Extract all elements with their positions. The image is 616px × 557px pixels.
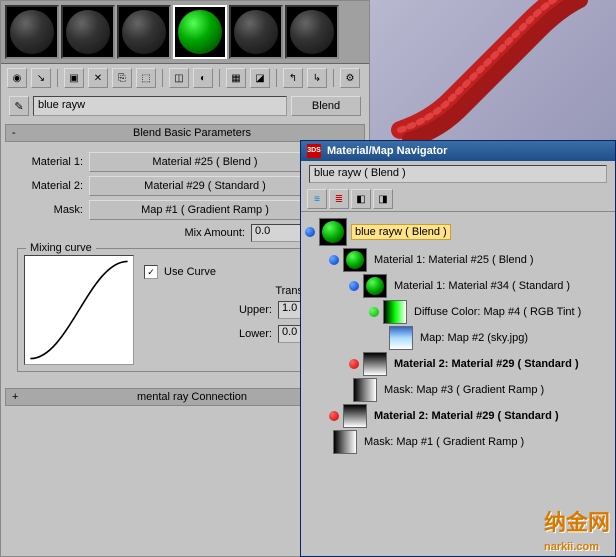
- go-parent-button[interactable]: ↰: [283, 68, 303, 88]
- navigator-titlebar[interactable]: 3DS Material/Map Navigator: [301, 141, 615, 161]
- material1-slot-button[interactable]: Material #25 ( Blend ): [89, 152, 321, 172]
- material-slot-2[interactable]: [61, 5, 115, 59]
- viewport-3d[interactable]: [370, 0, 616, 140]
- material1-label: Material 1:: [11, 156, 83, 168]
- options-button[interactable]: ⚙: [340, 68, 360, 88]
- map-thumb: [353, 378, 377, 402]
- material-dot-icon: [305, 227, 315, 237]
- tree-node-mat1[interactable]: Material 1: Material #25 ( Blend ): [305, 248, 611, 272]
- tree-node-label: Material 1: Material #25 ( Blend ): [371, 253, 537, 267]
- material-slots-row: [1, 1, 369, 64]
- navigator-tree: blue rayw ( Blend ) Material 1: Material…: [301, 212, 615, 462]
- tree-node-mask1[interactable]: Mask: Map #1 ( Gradient Ramp ): [305, 430, 611, 454]
- show-map-button[interactable]: ▦: [226, 68, 246, 88]
- tree-node-label: Map: Map #2 (sky.jpg): [417, 331, 531, 345]
- navigator-name-field[interactable]: blue rayw ( Blend ): [309, 165, 607, 183]
- use-curve-checkbox[interactable]: ✓: [144, 265, 158, 279]
- mix-amount-label: Mix Amount:: [184, 227, 245, 239]
- watermark-cn: 纳金网: [544, 510, 610, 535]
- material-map-navigator-window: 3DS Material/Map Navigator blue rayw ( B…: [300, 140, 616, 557]
- tree-node-mat2a[interactable]: Material 2: Material #29 ( Standard ): [305, 352, 611, 376]
- assign-button[interactable]: ▣: [64, 68, 84, 88]
- map-thumb: [333, 430, 357, 454]
- tree-node-label: Mask: Map #3 ( Gradient Ramp ): [381, 383, 547, 397]
- watermark: 纳金网 narkii.com: [544, 505, 610, 553]
- material-name-row: ✎ blue rayw Blend: [1, 92, 369, 120]
- mask-label: Mask:: [11, 204, 83, 216]
- material2-slot-button[interactable]: Material #29 ( Standard ): [89, 176, 321, 196]
- pick-material-icon[interactable]: ✎: [9, 96, 29, 116]
- get-material-button[interactable]: ◉: [7, 68, 27, 88]
- helix-geometry: [390, 0, 616, 140]
- rollout-plus-icon: +: [12, 391, 26, 403]
- map-thumb: [389, 326, 413, 350]
- tree-node-label: Material 2: Material #29 ( Standard ): [371, 409, 562, 423]
- mask-slot-button[interactable]: Map #1 ( Gradient Ramp ): [89, 200, 321, 220]
- material-dot-icon: [349, 281, 359, 291]
- material-type-button[interactable]: Blend: [291, 96, 361, 116]
- view-list-button[interactable]: ≡: [307, 189, 327, 209]
- rollout-title: Blend Basic Parameters: [26, 127, 358, 139]
- effects-button[interactable]: ◐: [193, 68, 213, 88]
- material-thumb: [363, 352, 387, 376]
- put-library-button[interactable]: ◫: [169, 68, 189, 88]
- mixing-curve-graph: [24, 255, 134, 365]
- material-dot-icon: [329, 411, 339, 421]
- navigator-name-row: blue rayw ( Blend ): [301, 161, 615, 187]
- map-thumb: [383, 300, 407, 324]
- view-large-icons-button[interactable]: ◨: [373, 189, 393, 209]
- separator: [57, 69, 58, 87]
- map-dot-icon: [369, 307, 379, 317]
- tree-root-node[interactable]: blue rayw ( Blend ): [305, 218, 611, 246]
- put-to-scene-button[interactable]: ↘: [31, 68, 51, 88]
- material-slot-4-selected[interactable]: [173, 5, 227, 59]
- lower-label: Lower:: [239, 328, 272, 340]
- tree-node-label: Material 2: Material #29 ( Standard ): [391, 357, 582, 371]
- navigator-app-icon: 3DS: [307, 144, 321, 158]
- material-slot-6[interactable]: [285, 5, 339, 59]
- view-list-icons-button[interactable]: ≣: [329, 189, 349, 209]
- tree-node-mask3[interactable]: Mask: Map #3 ( Gradient Ramp ): [305, 378, 611, 402]
- watermark-en: narkii.com: [544, 541, 599, 553]
- separator: [162, 69, 163, 87]
- tree-node-label: blue rayw ( Blend ): [351, 224, 451, 240]
- tree-node-diffuse[interactable]: Diffuse Color: Map #4 ( RGB Tint ): [305, 300, 611, 324]
- copy-button[interactable]: ⎘: [112, 68, 132, 88]
- material-name-field[interactable]: blue rayw: [33, 96, 287, 116]
- separator: [219, 69, 220, 87]
- make-unique-button[interactable]: ⬚: [136, 68, 156, 88]
- mixing-curve-legend: Mixing curve: [26, 242, 96, 254]
- material-slot-3[interactable]: [117, 5, 171, 59]
- separator: [276, 69, 277, 87]
- tree-node-label: Mask: Map #1 ( Gradient Ramp ): [361, 435, 527, 449]
- material-slot-1[interactable]: [5, 5, 59, 59]
- view-small-icons-button[interactable]: ◧: [351, 189, 371, 209]
- material-slot-5[interactable]: [229, 5, 283, 59]
- mix-amount-spinner[interactable]: 0.0: [251, 224, 301, 242]
- material2-label: Material 2:: [11, 180, 83, 192]
- material-thumb: [363, 274, 387, 298]
- tree-node-mat2b[interactable]: Material 2: Material #29 ( Standard ): [305, 404, 611, 428]
- show-result-button[interactable]: ◪: [250, 68, 270, 88]
- separator: [333, 69, 334, 87]
- material-thumb: [343, 404, 367, 428]
- tree-node-sky[interactable]: Map: Map #2 (sky.jpg): [305, 326, 611, 350]
- reset-button[interactable]: ✕: [88, 68, 108, 88]
- material-thumb: [319, 218, 347, 246]
- tree-node-label: Diffuse Color: Map #4 ( RGB Tint ): [411, 305, 584, 319]
- material-dot-icon: [349, 359, 359, 369]
- navigator-toolbar: ≡ ≣ ◧ ◨: [301, 187, 615, 212]
- material-dot-icon: [329, 255, 339, 265]
- use-curve-label: Use Curve: [164, 266, 216, 278]
- material-toolbar: ◉ ↘ ▣ ✕ ⎘ ⬚ ◫ ◐ ▦ ◪ ↰ ↳ ⚙: [1, 64, 369, 92]
- material-thumb: [343, 248, 367, 272]
- go-forward-button[interactable]: ↳: [307, 68, 327, 88]
- tree-node-label: Material 1: Material #34 ( Standard ): [391, 279, 573, 293]
- navigator-title-text: Material/Map Navigator: [327, 145, 447, 157]
- upper-label: Upper:: [239, 304, 272, 316]
- tree-node-mat34[interactable]: Material 1: Material #34 ( Standard ): [305, 274, 611, 298]
- rollout-minus-icon: -: [12, 127, 26, 139]
